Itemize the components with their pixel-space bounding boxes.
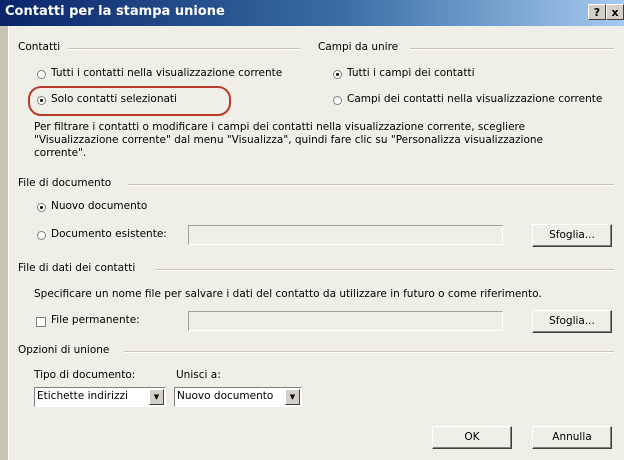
radio-view-fields[interactable] bbox=[333, 96, 342, 105]
document-type-select[interactable]: Etichette indirizzi ▼ bbox=[34, 387, 166, 407]
radio-all-fields-label: Tutti i campi dei contatti bbox=[347, 67, 475, 79]
window-title: Contatti per la stampa unione bbox=[5, 4, 225, 19]
merge-options-group-line bbox=[124, 351, 614, 353]
ok-button[interactable]: OK bbox=[432, 426, 512, 449]
merge-to-select[interactable]: Nuovo documento ▼ bbox=[174, 387, 302, 407]
contacts-group-line bbox=[68, 48, 300, 50]
radio-view-fields-label: Campi dei contatti nella visualizzazione… bbox=[347, 93, 603, 105]
info-text-line-2: "Visualizzazione corrente" dal menu "Vis… bbox=[34, 134, 544, 146]
existing-document-path-field[interactable] bbox=[188, 225, 503, 245]
radio-all-contacts-label: Tutti i contatti nella visualizzazione c… bbox=[51, 67, 283, 79]
fields-group-line bbox=[410, 48, 614, 50]
chevron-down-icon[interactable]: ▼ bbox=[149, 389, 164, 405]
document-group-title: File di documento bbox=[18, 177, 116, 189]
info-text-line-1: Per filtrare i contatti o modificare i c… bbox=[34, 121, 526, 133]
radio-existing-document-label: Documento esistente: bbox=[51, 228, 167, 240]
radio-existing-document[interactable] bbox=[37, 231, 46, 240]
document-type-label: Tipo di documento: bbox=[34, 369, 136, 381]
permanent-file-label: File permanente: bbox=[51, 314, 140, 326]
document-type-value: Etichette indirizzi bbox=[37, 390, 128, 402]
contacts-group-title: Contatti bbox=[18, 41, 65, 53]
chevron-down-icon[interactable]: ▼ bbox=[285, 389, 300, 405]
help-button[interactable]: ? bbox=[588, 4, 606, 20]
radio-all-contacts[interactable] bbox=[37, 70, 46, 79]
background-strip bbox=[0, 26, 8, 460]
merge-to-value: Nuovo documento bbox=[177, 390, 274, 402]
data-file-group-title: File di dati dei contatti bbox=[18, 262, 140, 274]
info-text-line-3: corrente". bbox=[34, 147, 87, 159]
radio-all-fields[interactable] bbox=[333, 70, 342, 79]
close-button[interactable]: x bbox=[606, 4, 624, 20]
cancel-button[interactable]: Annulla bbox=[532, 426, 612, 449]
merge-options-group-title: Opzioni di unione bbox=[18, 344, 114, 356]
merge-to-label: Unisci a: bbox=[176, 369, 221, 381]
data-file-group-line bbox=[156, 269, 614, 271]
permanent-file-checkbox[interactable] bbox=[36, 317, 46, 327]
document-group-line bbox=[128, 184, 614, 186]
browse-data-file-button[interactable]: Sfoglia... bbox=[532, 310, 612, 333]
selection-highlight bbox=[28, 86, 231, 116]
radio-new-document[interactable] bbox=[37, 203, 46, 212]
fields-group-title: Campi da unire bbox=[318, 41, 403, 53]
permanent-file-path-field[interactable] bbox=[188, 311, 503, 331]
radio-new-document-label: Nuovo documento bbox=[51, 200, 148, 212]
browse-document-button[interactable]: Sfoglia... bbox=[532, 224, 612, 247]
data-file-description: Specificare un nome file per salvare i d… bbox=[34, 288, 542, 300]
